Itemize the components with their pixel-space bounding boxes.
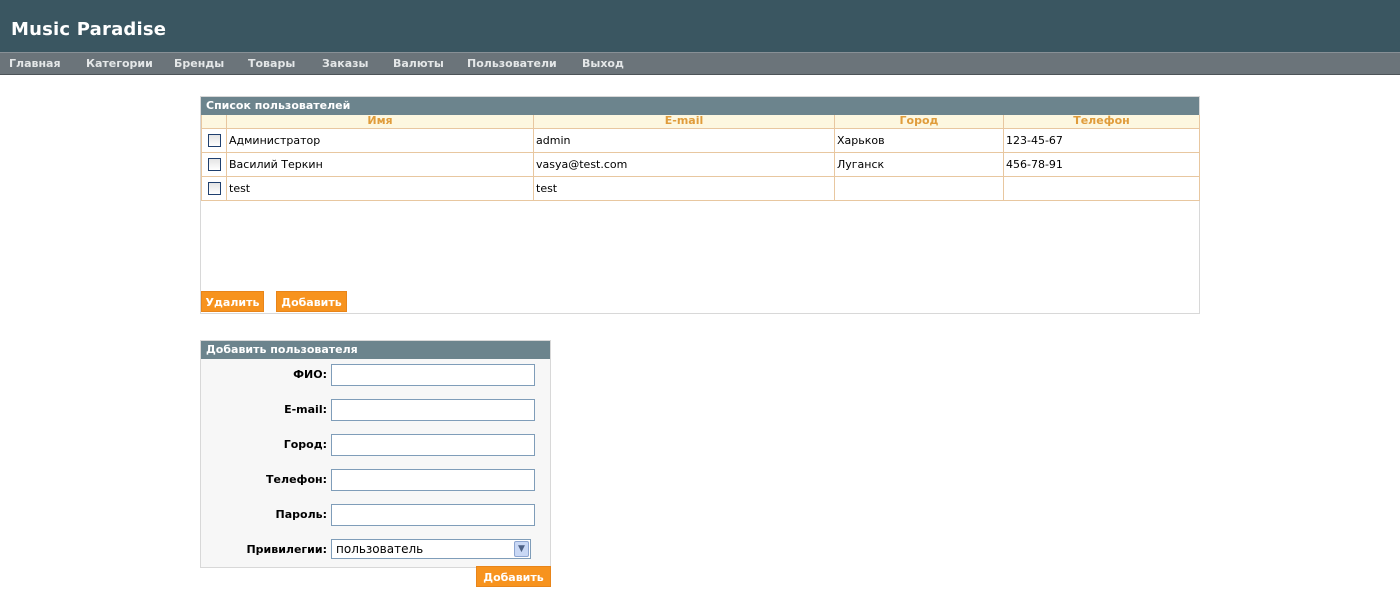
fullname-label: ФИО: — [293, 368, 327, 381]
column-header-email[interactable]: E-mail — [533, 115, 835, 129]
phone-row: Телефон: — [201, 468, 550, 492]
user-email: test — [533, 175, 835, 201]
user-name: Администратор — [226, 127, 534, 153]
add-button[interactable]: Добавить — [276, 291, 347, 312]
users-list-panel: Список пользователей Имя E-mail Город Те… — [200, 96, 1200, 314]
email-label: E-mail: — [284, 403, 327, 416]
add-user-panel: Добавить пользователя ФИО: E-mail: Город… — [200, 340, 551, 568]
user-phone — [1003, 175, 1200, 201]
row-select-cell — [201, 127, 227, 153]
nav-item-categories[interactable]: Категории — [86, 57, 153, 70]
column-header-name[interactable]: Имя — [226, 115, 534, 129]
user-name: Василий Теркин — [226, 151, 534, 177]
submit-add-user-button[interactable]: Добавить — [476, 566, 551, 587]
nav-item-currencies[interactable]: Валюты — [393, 57, 444, 70]
nav-item-products[interactable]: Товары — [248, 57, 295, 70]
nav-item-logout[interactable]: Выход — [582, 57, 624, 70]
add-user-title: Добавить пользователя — [201, 341, 550, 359]
nav-item-brands[interactable]: Бренды — [174, 57, 224, 70]
app-header: Music Paradise — [0, 0, 1400, 52]
row-checkbox[interactable] — [207, 157, 221, 171]
app-title: Music Paradise — [11, 19, 167, 40]
user-email: admin — [533, 127, 835, 153]
email-row: E-mail: — [201, 398, 550, 422]
user-phone: 456-78-91 — [1003, 151, 1200, 177]
user-name: test — [226, 175, 534, 201]
column-header-select — [201, 115, 227, 129]
privileges-select[interactable]: пользователь ▼ — [331, 539, 531, 559]
delete-button[interactable]: Удалить — [201, 291, 264, 312]
users-table-header: Имя E-mail Город Телефон — [201, 115, 1200, 129]
privileges-label: Привилегии: — [246, 543, 327, 556]
row-select-cell — [201, 151, 227, 177]
email-field[interactable] — [331, 399, 535, 421]
users-list-title: Список пользователей — [201, 97, 1199, 115]
password-row: Пароль: — [201, 503, 550, 527]
fullname-field[interactable] — [331, 364, 535, 386]
table-row: Администратор admin Харьков 123-45-67 — [201, 127, 1200, 153]
chevron-down-icon[interactable]: ▼ — [514, 541, 529, 557]
password-field[interactable] — [331, 504, 535, 526]
row-checkbox[interactable] — [207, 133, 221, 147]
row-checkbox[interactable] — [207, 181, 221, 195]
fullname-row: ФИО: — [201, 363, 550, 387]
column-header-phone[interactable]: Телефон — [1003, 115, 1200, 129]
phone-label: Телефон: — [266, 473, 327, 486]
users-table: Имя E-mail Город Телефон Администратор a… — [201, 115, 1200, 201]
table-row: Василий Теркин vasya@test.com Луганск 45… — [201, 151, 1200, 177]
nav-item-orders[interactable]: Заказы — [322, 57, 368, 70]
user-city: Луганск — [834, 151, 1004, 177]
password-label: Пароль: — [275, 508, 327, 521]
user-city — [834, 175, 1004, 201]
phone-field[interactable] — [331, 469, 535, 491]
nav-item-users[interactable]: Пользователи — [467, 57, 557, 70]
user-city: Харьков — [834, 127, 1004, 153]
privileges-row: Привилегии: пользователь ▼ — [201, 538, 550, 562]
city-field[interactable] — [331, 434, 535, 456]
city-label: Город: — [283, 438, 327, 451]
nav-item-home[interactable]: Главная — [9, 57, 61, 70]
row-select-cell — [201, 175, 227, 201]
main-nav: Главная Категории Бренды Товары Заказы В… — [0, 52, 1400, 75]
privileges-value: пользователь — [336, 542, 424, 556]
city-row: Город: — [201, 433, 550, 457]
table-row: test test — [201, 175, 1200, 201]
user-email: vasya@test.com — [533, 151, 835, 177]
column-header-city[interactable]: Город — [834, 115, 1004, 129]
user-phone: 123-45-67 — [1003, 127, 1200, 153]
